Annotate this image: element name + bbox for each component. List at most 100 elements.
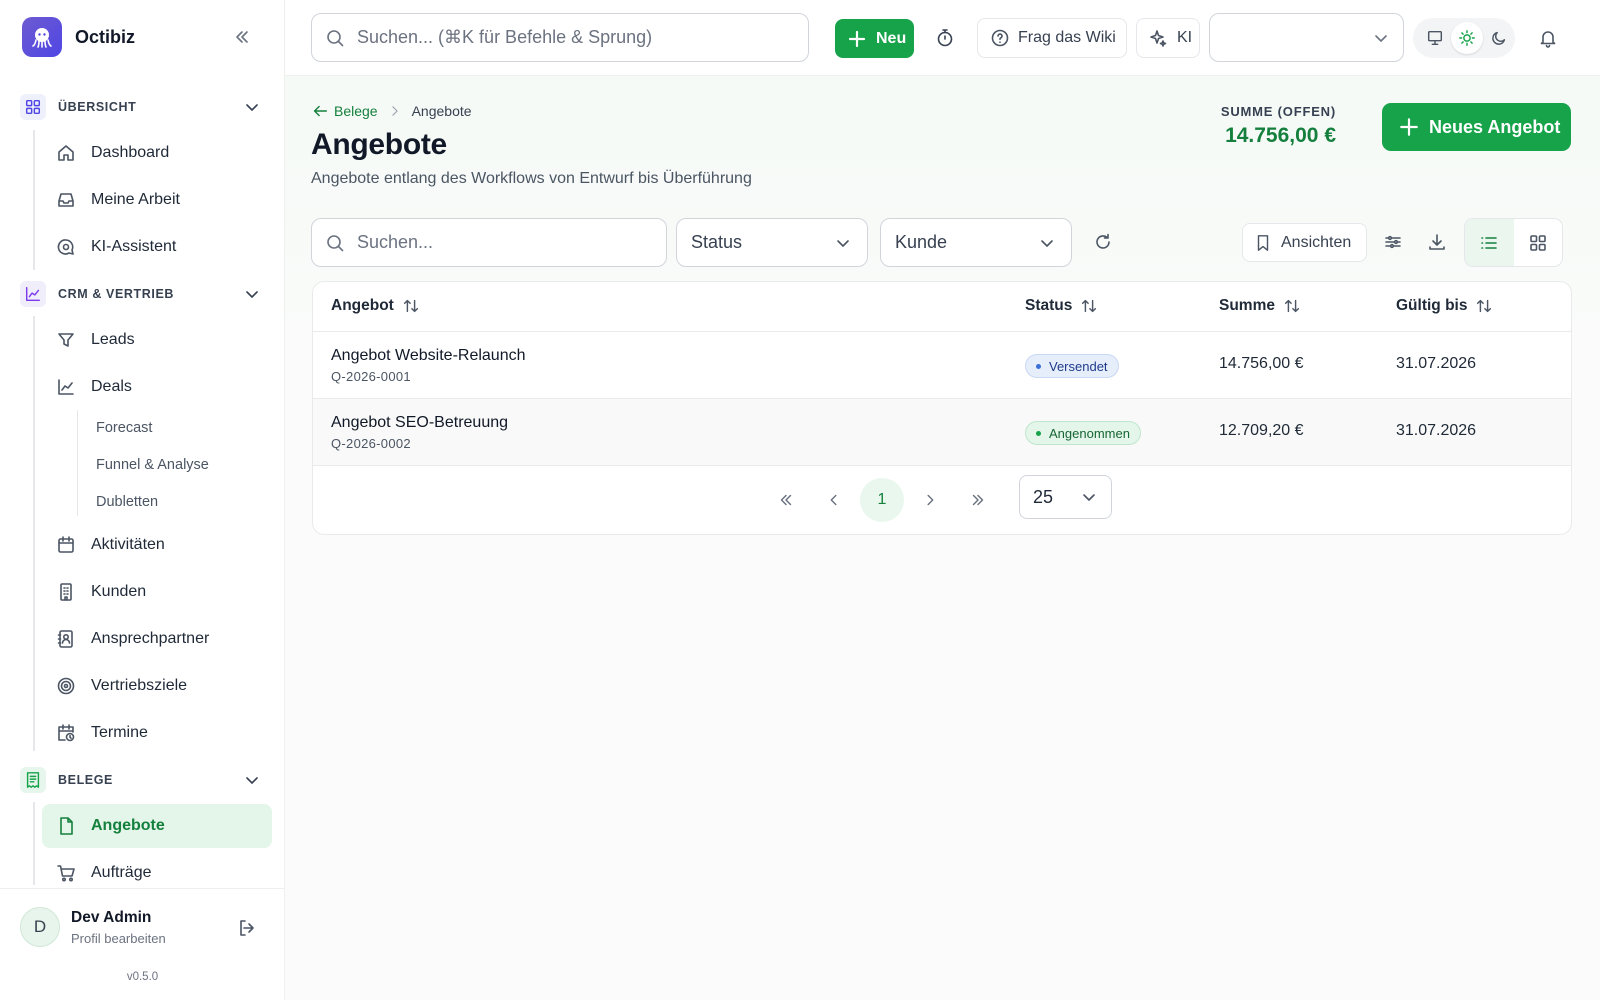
section-label: CRM & VERTRIEB	[58, 287, 175, 301]
column-header-sum[interactable]: Summe	[1219, 297, 1301, 315]
breadcrumb-back-label: Belege	[334, 103, 378, 119]
search-icon	[327, 29, 344, 46]
sidebar-item-label: Vertriebsziele	[91, 677, 188, 694]
main-content: Belege Angebote Angebote Angebote entlan…	[285, 76, 1600, 1000]
sort-icon	[403, 299, 418, 313]
page-number-current[interactable]: 1	[860, 478, 904, 522]
grid-icon[interactable]	[1514, 219, 1563, 266]
sidebar-item-my-work[interactable]: Meine Arbeit	[42, 179, 272, 221]
bell-icon[interactable]	[1538, 28, 1558, 48]
chevron-right-icon[interactable]	[908, 478, 952, 522]
table-row[interactable]: Angebot Website-Relaunch Q-2026-0001 Ver…	[313, 332, 1571, 399]
chat-search-icon	[57, 239, 74, 255]
list-icon[interactable]	[1465, 219, 1514, 266]
section-documents[interactable]: BELEGE	[20, 766, 270, 794]
download-icon[interactable]	[1427, 232, 1447, 252]
sidebar-subitem-duplicates[interactable]: Dubletten	[96, 494, 158, 510]
global-search[interactable]	[311, 13, 809, 62]
saved-views-button[interactable]: Ansichten	[1242, 223, 1367, 262]
page-title: Angebote	[311, 128, 447, 161]
sidebar-item-label: Ansprechpartner	[91, 630, 210, 647]
customer-filter-label: Kunde	[895, 232, 948, 252]
sidebar-subitem-funnel[interactable]: Funnel & Analyse	[96, 457, 209, 473]
chevron-left-icon[interactable]	[812, 478, 856, 522]
section-line	[33, 130, 35, 270]
status-filter[interactable]: Status	[676, 218, 868, 267]
section-overview[interactable]: ÜBERSICHT	[20, 93, 270, 121]
moon-icon[interactable]	[1483, 22, 1515, 54]
sidebar-item-label: Termine	[91, 724, 148, 741]
offer-name[interactable]: Angebot Website-Relaunch	[331, 347, 526, 365]
sliders-icon[interactable]	[1383, 232, 1403, 252]
sort-icon	[1082, 299, 1097, 313]
column-header-status[interactable]: Status	[1025, 297, 1098, 315]
customer-filter[interactable]: Kunde	[880, 218, 1072, 267]
sidebar-nav: ÜBERSICHT Dashboard Meine Arbeit KI-Assi…	[0, 90, 285, 885]
file-icon	[60, 817, 73, 835]
chevrons-right-icon[interactable]	[956, 478, 1000, 522]
ask-wiki-button[interactable]: Frag das Wiki	[977, 18, 1127, 58]
column-header-valid-until[interactable]: Gültig bis	[1396, 297, 1493, 315]
table-row[interactable]: Angebot SEO-Betreuung Q-2026-0002 Angeno…	[313, 399, 1571, 466]
sidebar-item-label: Aufträge	[91, 864, 152, 881]
ai-button-label: KI	[1177, 29, 1193, 46]
edit-profile-link[interactable]: Profil bearbeiten	[71, 931, 166, 946]
search-icon	[327, 234, 344, 251]
chevron-down-icon	[246, 777, 258, 784]
sidebar-item-appointments[interactable]: Termine	[42, 712, 272, 754]
status-filter-label: Status	[691, 232, 743, 252]
timer-icon[interactable]	[935, 28, 955, 48]
sidebar-item-contacts[interactable]: Ansprechpartner	[42, 618, 272, 660]
offer-sum: 14.756,00 €	[1219, 355, 1304, 372]
new-button[interactable]: Neu	[835, 19, 914, 58]
view-toggle	[1464, 218, 1563, 267]
global-search-input[interactable]	[357, 27, 797, 48]
user-name[interactable]: Dev Admin	[71, 909, 151, 927]
open-sum-value: 14.756,00 €	[1225, 124, 1336, 147]
table-search-input[interactable]	[357, 232, 647, 253]
sidebar-item-offers[interactable]: Angebote	[42, 804, 272, 848]
monitor-icon[interactable]	[1419, 22, 1451, 54]
contact-card-icon	[57, 630, 73, 648]
sidebar-subitem-forecast[interactable]: Forecast	[96, 420, 152, 436]
sidebar-item-ai-assistant[interactable]: KI-Assistent	[42, 226, 272, 268]
sidebar-item-label: Aktivitäten	[91, 536, 165, 553]
avatar[interactable]: D	[20, 907, 60, 947]
refresh-icon[interactable]	[1093, 232, 1113, 252]
ai-button[interactable]: KI	[1136, 18, 1200, 58]
calendar-icon	[58, 536, 74, 553]
receipt-icon	[20, 767, 46, 793]
section-line	[33, 316, 35, 751]
workspace-select[interactable]	[1209, 13, 1404, 62]
brand[interactable]: Octibiz	[22, 17, 135, 57]
status-dot	[1036, 430, 1041, 436]
offer-number: Q-2026-0001	[331, 369, 411, 384]
sidebar-item-customers[interactable]: Kunden	[42, 571, 272, 613]
table-header: Angebot Status Summe Gültig bis	[313, 282, 1571, 332]
sidebar-item-label: Angebote	[91, 817, 165, 834]
app-version: v0.5.0	[126, 971, 159, 983]
collapse-left-icon[interactable]	[232, 27, 252, 47]
subnav-line	[77, 410, 78, 516]
section-crm[interactable]: CRM & VERTRIEB	[20, 280, 270, 308]
sidebar-item-sales-goals[interactable]: Vertriebsziele	[42, 665, 272, 707]
offer-name[interactable]: Angebot SEO-Betreuung	[331, 414, 508, 432]
sun-icon[interactable]	[1451, 22, 1483, 54]
page-size-select[interactable]: 25	[1019, 475, 1112, 519]
breadcrumb-back-link[interactable]: Belege	[311, 102, 378, 120]
sidebar-item-activities[interactable]: Aktivitäten	[42, 524, 272, 566]
sidebar-item-dashboard[interactable]: Dashboard	[42, 132, 272, 174]
column-header-label: Gültig bis	[1396, 297, 1468, 314]
new-offer-button[interactable]: Neues Angebot	[1382, 103, 1571, 151]
target-icon	[57, 677, 75, 695]
sidebar-item-leads[interactable]: Leads	[42, 319, 272, 361]
chevrons-left-icon[interactable]	[764, 478, 808, 522]
status-dot	[1036, 363, 1041, 369]
sidebar-item-deals[interactable]: Deals	[42, 366, 272, 408]
column-header-offer[interactable]: Angebot	[331, 297, 420, 315]
logout-icon[interactable]	[237, 918, 257, 938]
sidebar-item-orders[interactable]: Aufträge	[42, 852, 272, 885]
table-search[interactable]	[311, 218, 667, 267]
chart-line-icon	[20, 281, 46, 307]
sparkle-icon	[1150, 30, 1167, 47]
